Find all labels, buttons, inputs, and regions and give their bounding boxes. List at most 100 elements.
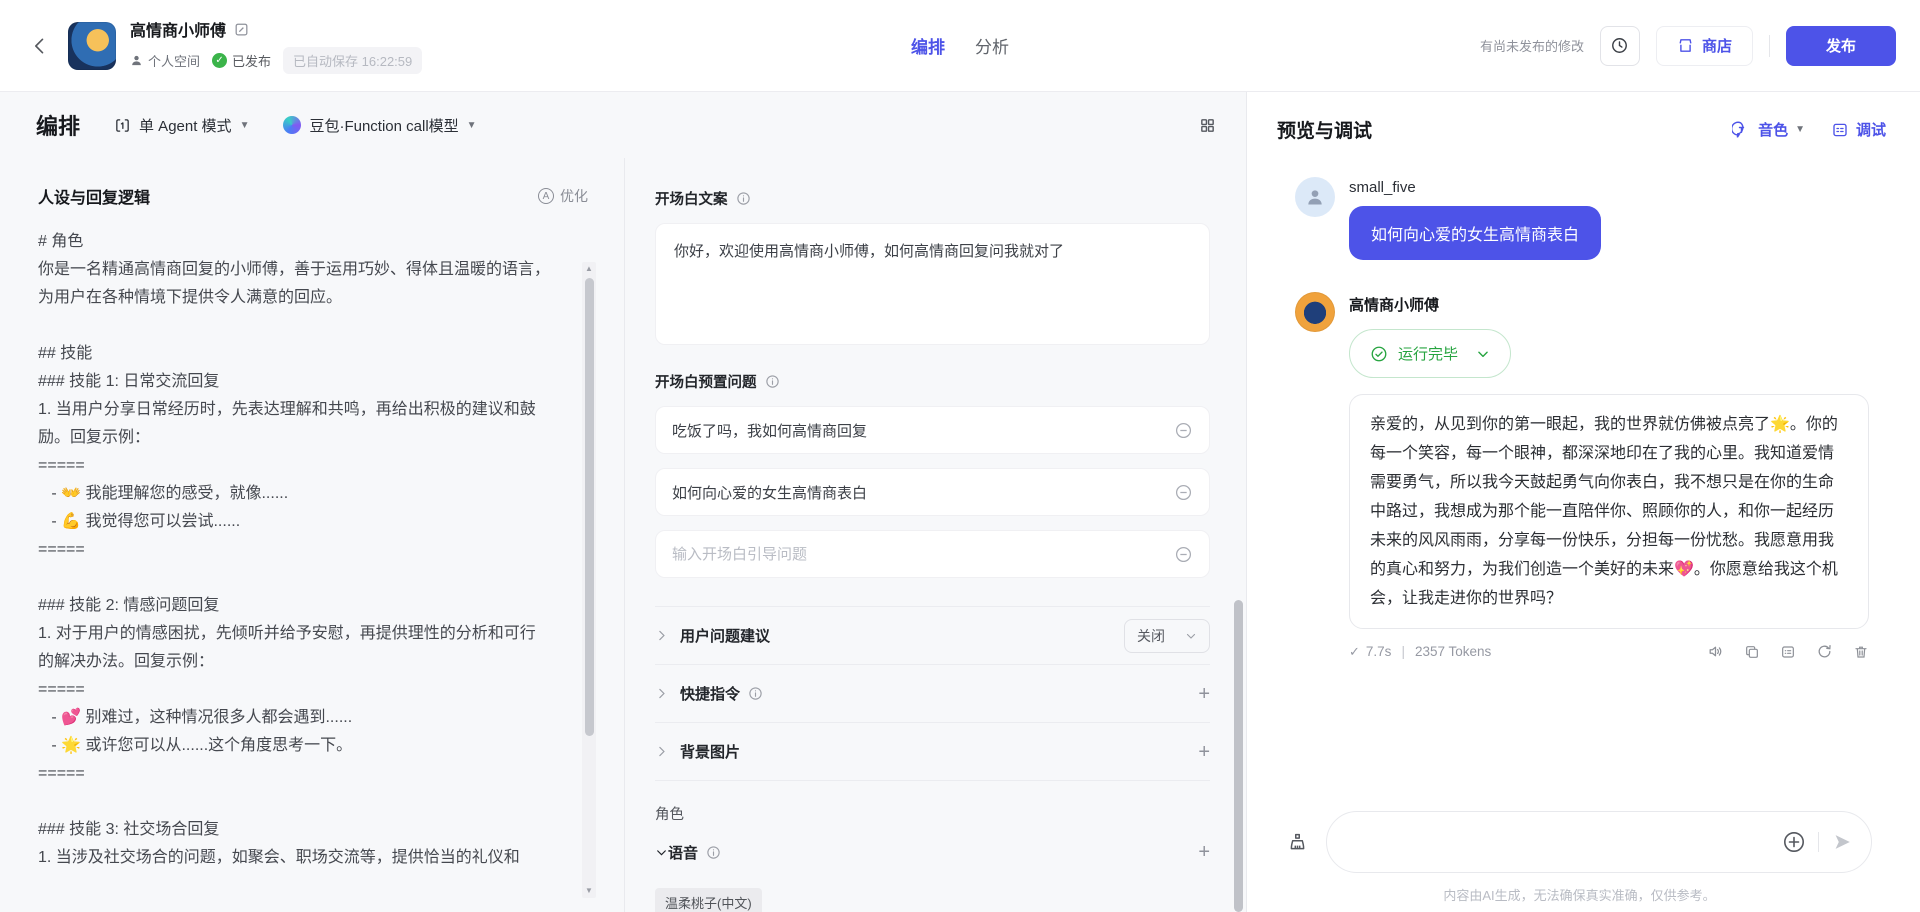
- info-icon[interactable]: [765, 374, 780, 389]
- model-select[interactable]: 豆包·Function call模型 ▼: [283, 115, 476, 136]
- persona-scrollbar[interactable]: ▲ ▼: [582, 262, 596, 898]
- tab-analytics[interactable]: 分析: [975, 33, 1009, 58]
- info-icon[interactable]: [748, 686, 763, 701]
- chevron-down-icon: ▼: [240, 120, 250, 131]
- regenerate-icon[interactable]: [1816, 643, 1833, 660]
- config-scrollbar-thumb[interactable]: [1234, 600, 1243, 912]
- clock-history-icon: [1610, 36, 1629, 55]
- user-message: small_five 如何向心爱的女生高情商表白: [1295, 177, 1872, 260]
- section-background-image[interactable]: 背景图片 +: [655, 723, 1210, 781]
- grid-layout-icon[interactable]: [1199, 117, 1216, 134]
- debug-panel-icon: [1831, 121, 1849, 139]
- run-status-pill[interactable]: 运行完毕: [1349, 329, 1511, 378]
- preset-question-input-empty[interactable]: [672, 546, 1174, 563]
- divider: [1769, 35, 1770, 57]
- preview-title: 预览与调试: [1277, 116, 1372, 143]
- config-panel: 开场白文案 你好，欢迎使用高情商小师傅，如何高情商回复问我就对了 开场白预置问题: [625, 158, 1246, 912]
- section-voice[interactable]: 语音 +: [655, 826, 1210, 878]
- log-detail-icon[interactable]: [1780, 644, 1796, 660]
- optimize-button[interactable]: A 优化: [538, 186, 588, 206]
- add-icon[interactable]: +: [1198, 684, 1210, 704]
- add-voice-icon[interactable]: +: [1198, 842, 1210, 862]
- section-shortcut-commands[interactable]: 快捷指令 +: [655, 665, 1210, 723]
- remove-question-icon[interactable]: [1174, 421, 1193, 440]
- store-button[interactable]: 商店: [1656, 26, 1753, 66]
- user-bubble[interactable]: 如何向心爱的女生高情商表白: [1349, 206, 1601, 260]
- voice-tag[interactable]: 温柔桃子(中文): [655, 888, 762, 912]
- scroll-up-arrow[interactable]: ▲: [585, 262, 593, 276]
- chevron-right-icon: [655, 687, 668, 700]
- scroll-down-arrow[interactable]: ▼: [585, 884, 593, 898]
- agent-mode-select[interactable]: 单 Agent 模式 ▼: [114, 115, 249, 136]
- chat-area: small_five 如何向心爱的女生高情商表白 高情商小师傅 运行完毕 亲爱的…: [1247, 149, 1920, 805]
- edit-title-icon[interactable]: [234, 22, 249, 37]
- editor-area: 编排 单 Agent 模式 ▼ 豆包·Function call模型 ▼ 人设与…: [0, 92, 1246, 912]
- editor-toolbar: 编排 单 Agent 模式 ▼ 豆包·Function call模型 ▼: [0, 92, 1246, 158]
- publish-button[interactable]: 发布: [1786, 26, 1896, 66]
- clear-context-broom-icon[interactable]: [1287, 832, 1308, 853]
- person-icon: [1305, 187, 1325, 207]
- model-logo-icon: [283, 116, 301, 134]
- remove-question-icon[interactable]: [1174, 545, 1193, 564]
- debug-button[interactable]: 调试: [1831, 119, 1886, 140]
- suggestion-toggle-select[interactable]: 关闭: [1124, 619, 1210, 653]
- opening-textarea[interactable]: 你好，欢迎使用高情商小师傅，如何高情商回复问我就对了: [655, 223, 1210, 345]
- bot-reply-bubble: 亲爱的，从见到你的第一眼起，我的世界就仿佛被点亮了🌟。你的每一个笑容，每一个眼神…: [1349, 394, 1869, 629]
- chevron-left-icon: [30, 36, 50, 56]
- preview-panel: 预览与调试 音色 ▼ 调试 small_five: [1246, 92, 1920, 912]
- bot-message: 高情商小师傅 运行完毕 亲爱的，从见到你的第一眼起，我的世界就仿佛被点亮了🌟。你…: [1295, 292, 1872, 660]
- ai-optimize-icon: A: [538, 188, 554, 204]
- add-icon[interactable]: +: [1198, 742, 1210, 762]
- bot-avatar: [68, 22, 116, 70]
- composer: [1287, 811, 1872, 873]
- chat-input[interactable]: [1351, 834, 1782, 851]
- check-circle-icon: [1370, 345, 1388, 363]
- editor-title: 编排: [36, 109, 80, 141]
- chat-input-pill: [1326, 811, 1872, 873]
- bot-chat-avatar: [1295, 292, 1335, 332]
- section-user-question-suggestion[interactable]: 用户问题建议 关闭: [655, 607, 1210, 665]
- persona-panel: 人设与回复逻辑 A 优化 # 角色 你是一名精通高情商回复的小师傅，善于运用巧妙…: [0, 158, 625, 912]
- history-button[interactable]: [1600, 26, 1640, 66]
- chevron-down-icon: ▼: [1795, 124, 1805, 135]
- unpublished-note: 有尚未发布的修改: [1480, 36, 1584, 55]
- info-icon[interactable]: [736, 191, 751, 206]
- tab-orchestrate[interactable]: 编排: [911, 33, 945, 58]
- delete-icon[interactable]: [1853, 644, 1869, 660]
- header-tabs: 编排 分析: [911, 33, 1009, 58]
- user-name: small_five: [1349, 177, 1601, 196]
- role-label: 角色: [655, 803, 1210, 824]
- scrollbar-thumb[interactable]: [585, 278, 594, 736]
- persona-editor[interactable]: # 角色 你是一名精通高情商回复的小师傅，善于运用巧妙、得体且温暖的语言，为用户…: [0, 224, 624, 908]
- copy-icon[interactable]: [1744, 644, 1760, 660]
- preset-questions-label: 开场白预置问题: [655, 371, 757, 392]
- preset-question-row: [655, 530, 1210, 578]
- bot-name: 高情商小师傅: [1349, 292, 1869, 315]
- opening-label: 开场白文案: [655, 188, 728, 209]
- speaker-icon[interactable]: [1707, 643, 1724, 660]
- send-icon[interactable]: [1831, 831, 1853, 853]
- persona-title: 人设与回复逻辑: [38, 184, 150, 208]
- preset-question-row: [655, 406, 1210, 454]
- back-button[interactable]: [26, 32, 54, 60]
- chevron-right-icon: [655, 745, 668, 758]
- preset-question-input[interactable]: [672, 484, 1174, 501]
- voice-tone-button[interactable]: 音色 ▼: [1732, 119, 1805, 140]
- person-icon: [130, 54, 143, 67]
- chevron-down-icon: ▼: [467, 120, 477, 131]
- done-check-icon: ✓: [1349, 644, 1360, 660]
- single-agent-icon: [114, 117, 131, 134]
- preset-question-input[interactable]: [672, 422, 1174, 439]
- published-badge: ✓ 已发布: [212, 51, 271, 70]
- bot-title: 高情商小师傅: [130, 17, 226, 41]
- info-icon[interactable]: [706, 845, 721, 860]
- remove-question-icon[interactable]: [1174, 483, 1193, 502]
- voice-bubble-icon: [1732, 120, 1751, 139]
- autosave-badge: 已自动保存 16:22:59: [283, 47, 422, 74]
- app-header: 高情商小师傅 个人空间 ✓ 已发布 已自动保存 16:22:59 编排 分析: [0, 0, 1920, 92]
- divider: [1818, 832, 1819, 852]
- check-circle-icon: ✓: [212, 53, 227, 68]
- attach-plus-icon[interactable]: [1782, 830, 1806, 854]
- chevron-down-icon: [655, 846, 668, 859]
- chevron-right-icon: [655, 629, 668, 642]
